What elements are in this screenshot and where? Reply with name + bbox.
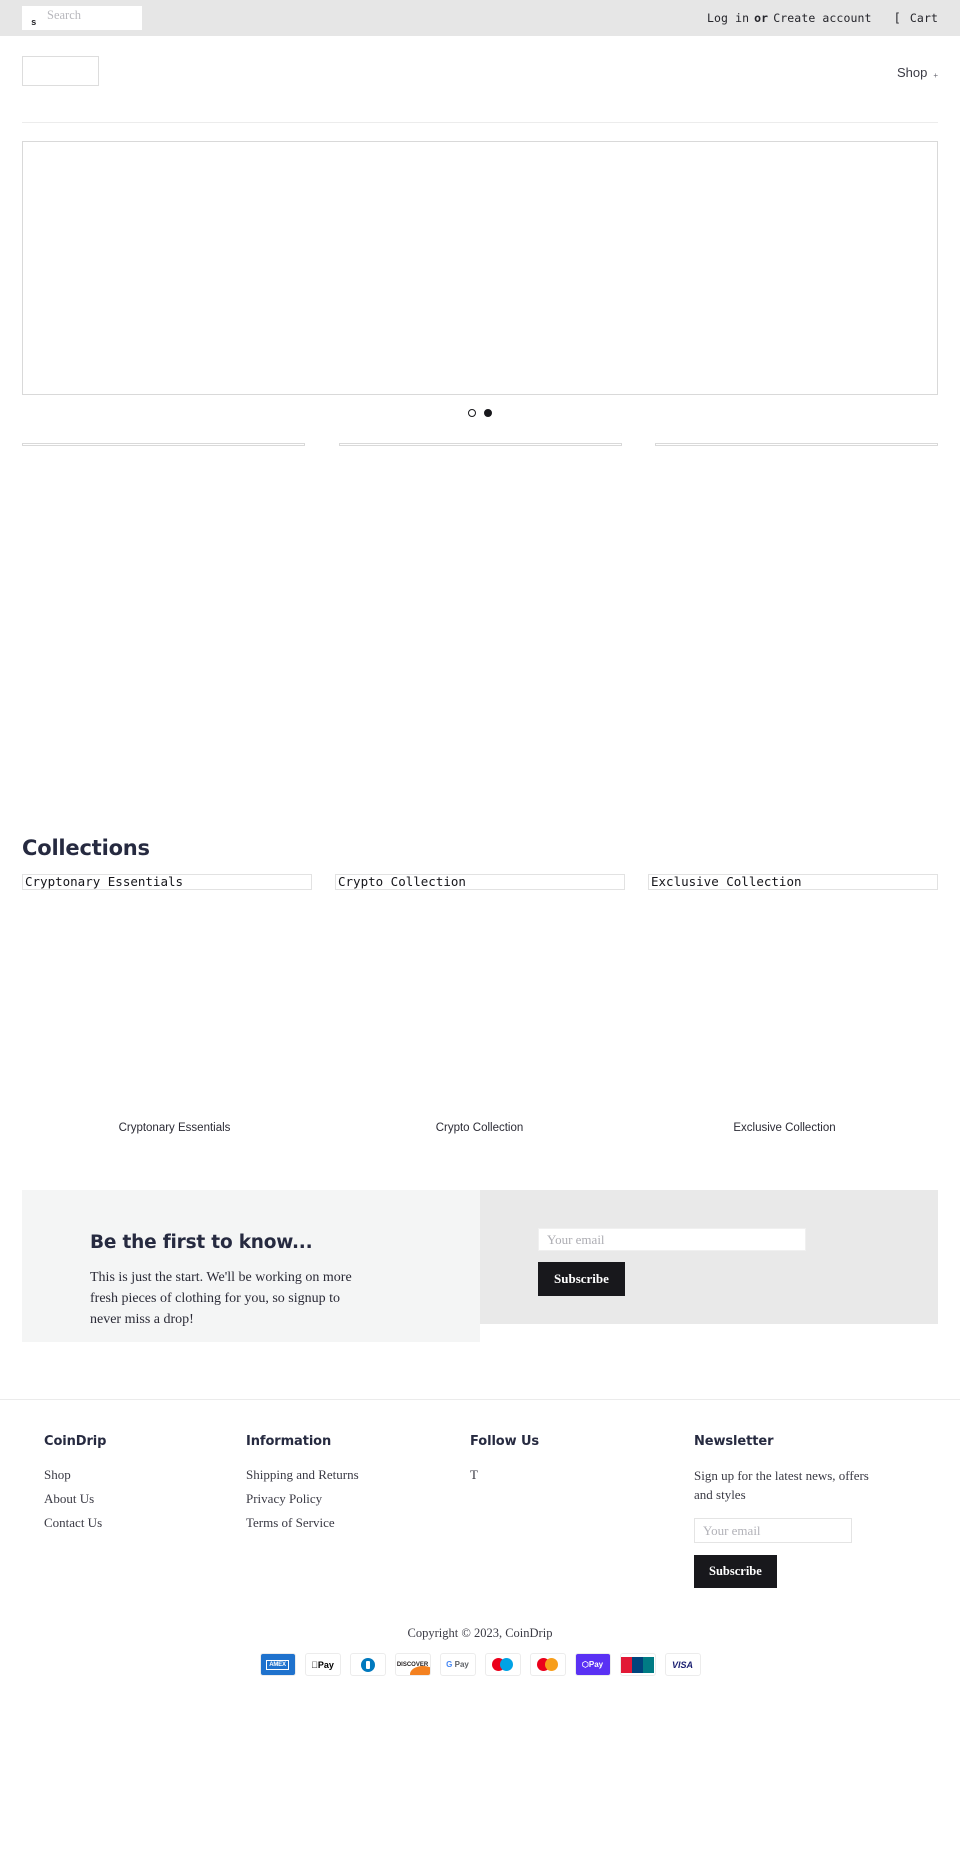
newsletter-promo-form: Subscribe [480, 1190, 938, 1324]
slideshow-pagination [22, 405, 938, 421]
list-item: Contact Us [44, 1514, 234, 1532]
apple-pay-icon: Pay [304, 1653, 341, 1676]
footer-links-information: Shipping and Returns Privacy Policy Term… [246, 1466, 458, 1532]
footer-link-privacy-policy[interactable]: Privacy Policy [246, 1491, 322, 1506]
footer-column-coindrip: CoinDrip Shop About Us Contact Us [22, 1434, 246, 1588]
footer-column-social: Follow Us T [470, 1434, 694, 1588]
nav-item-shop[interactable]: Shop + [897, 65, 938, 80]
promo-strip-2[interactable] [338, 443, 622, 446]
mastercard-icon [529, 1653, 566, 1676]
site-header: Shop + [0, 36, 960, 102]
nav-item-shop-label: Shop [896, 65, 928, 80]
footer-links-coindrip: Shop About Us Contact Us [44, 1466, 234, 1532]
list-item: Shop [44, 1466, 234, 1484]
footer-link-about-us[interactable]: About Us [44, 1491, 94, 1506]
payment-methods-row: AMEX Pay DISCOVER G Pay ⬡Pay VISA [0, 1653, 960, 1686]
site-footer: CoinDrip Shop About Us Contact Us Inform… [22, 1400, 938, 1588]
search-icon: s [31, 18, 37, 28]
discover-icon: DISCOVER [394, 1653, 431, 1676]
diners-club-icon [349, 1653, 386, 1676]
promo-strip-1[interactable] [22, 443, 305, 446]
footer-link-shipping-and-returns[interactable]: Shipping and Returns [246, 1467, 359, 1482]
footer-link-contact-us[interactable]: Contact Us [44, 1515, 102, 1530]
promo-strip-row [22, 443, 938, 446]
collection-label-row: Cryptonary Essentials Crypto Collection … [22, 1122, 938, 1134]
promo-strip-3[interactable] [655, 443, 938, 446]
cart-label: Cart [909, 11, 938, 25]
footer-newsletter-subscribe-button[interactable]: Subscribe [694, 1555, 777, 1588]
collection-image-1[interactable]: Cryptonary Essentials [22, 874, 312, 890]
collection-label-1[interactable]: Cryptonary Essentials [22, 1122, 327, 1134]
copyright-text: Copyright © 2023, CoinDrip [407, 1626, 553, 1640]
twitter-icon[interactable]: T [470, 1467, 478, 1483]
collection-image-3[interactable]: Exclusive Collection [648, 874, 938, 890]
list-item: Privacy Policy [246, 1490, 458, 1508]
site-logo[interactable] [22, 56, 99, 86]
list-item: Terms of Service [246, 1514, 458, 1532]
cart-icon: [ [893, 11, 901, 25]
newsletter-promo-heading: Be the first to know... [90, 1232, 313, 1253]
utility-bar: s Log in or Create account [ Cart [0, 0, 960, 36]
cart-link[interactable]: [ Cart [894, 11, 938, 25]
footer-link-terms-of-service[interactable]: Terms of Service [246, 1515, 335, 1530]
slide-dot-2[interactable] [484, 409, 492, 417]
slide-dot-1[interactable] [468, 409, 476, 417]
google-pay-icon: G Pay [439, 1653, 476, 1676]
or-separator: or [754, 11, 769, 25]
collection-image-2[interactable]: Crypto Collection [335, 874, 625, 890]
footer-heading-follow-us: Follow Us [470, 1434, 540, 1449]
hero-slideshow[interactable] [22, 141, 938, 395]
footer-column-information: Information Shipping and Returns Privacy… [246, 1434, 470, 1588]
search-box[interactable]: s [22, 6, 142, 30]
american-express-icon: AMEX [259, 1653, 296, 1676]
search-input[interactable] [45, 7, 141, 24]
footer-link-shop[interactable]: Shop [44, 1467, 71, 1482]
collections-heading: Collections [22, 836, 150, 860]
log-in-link[interactable]: Log in [707, 11, 749, 25]
shop-pay-icon: ⬡ Pay [574, 1653, 611, 1676]
newsletter-promo-email-input[interactable] [538, 1228, 806, 1251]
footer-column-newsletter: Newsletter Sign up for the latest news, … [694, 1434, 916, 1588]
chevron-down-icon: + [933, 71, 938, 80]
primary-nav: Shop + [897, 65, 938, 80]
collection-image-spacer [0, 890, 960, 1122]
collection-label-2[interactable]: Crypto Collection [327, 1122, 632, 1134]
account-links: Log in or Create account [ Cart [707, 11, 938, 25]
newsletter-promo-subscribe-button[interactable]: Subscribe [538, 1262, 625, 1296]
maestro-icon [484, 1653, 521, 1676]
header-divider [22, 122, 938, 123]
newsletter-promo-text: Be the first to know... This is just the… [22, 1190, 480, 1342]
footer-newsletter-email-input[interactable] [694, 1518, 852, 1543]
union-pay-icon [619, 1653, 656, 1676]
footer-heading-information: Information [246, 1434, 332, 1449]
page-root: s Log in or Create account [ Cart Shop + [0, 0, 960, 1686]
newsletter-promo: Be the first to know... This is just the… [22, 1190, 938, 1342]
footer-newsletter-body: Sign up for the latest news, offers and … [694, 1468, 869, 1502]
newsletter-promo-body: This is just the start. We'll be working… [90, 1270, 352, 1327]
list-item: Shipping and Returns [246, 1466, 458, 1484]
create-account-link[interactable]: Create account [773, 11, 871, 25]
collection-image-row: Cryptonary Essentials Crypto Collection … [22, 874, 938, 890]
collection-label-3[interactable]: Exclusive Collection [632, 1122, 937, 1134]
footer-heading-newsletter: Newsletter [694, 1434, 774, 1449]
list-item: About Us [44, 1490, 234, 1508]
featured-products-area [0, 446, 960, 836]
footer-heading-coindrip: CoinDrip [44, 1434, 107, 1449]
visa-icon: VISA [664, 1653, 701, 1676]
